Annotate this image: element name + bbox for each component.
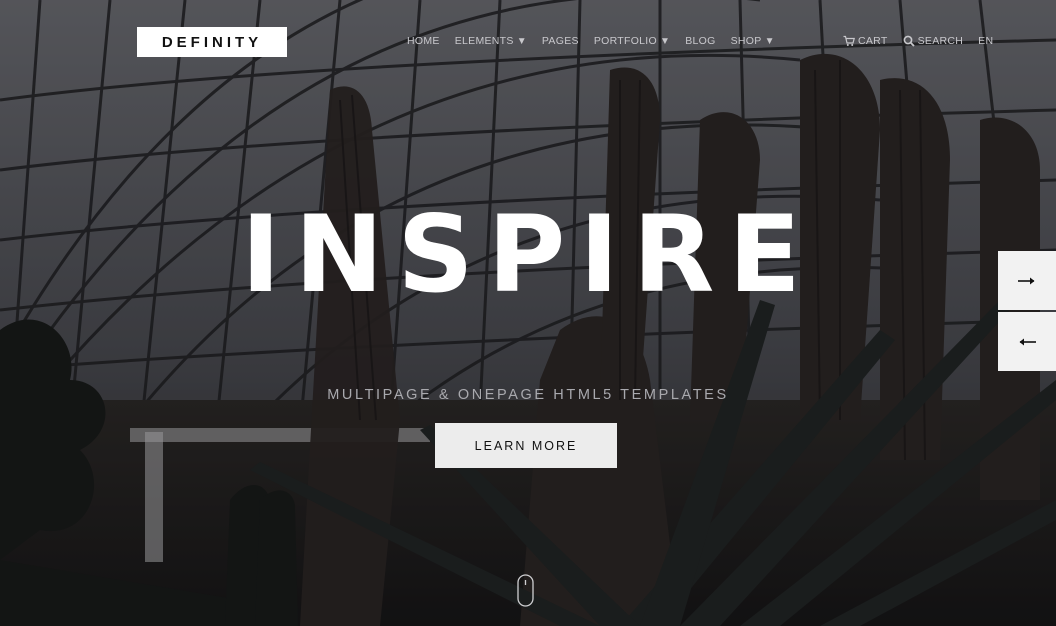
nav-item-label: HOME (407, 35, 440, 47)
slider-prev-button[interactable] (998, 312, 1056, 371)
caret-down-icon: ▼ (764, 35, 775, 47)
nav-item-blog[interactable]: BLOG (685, 35, 715, 47)
main-nav: HOME ELEMENTS ▼ PAGES PORTFOLIO ▼ BLOG S… (407, 35, 790, 47)
nav-item-portfolio[interactable]: PORTFOLIO ▼ (594, 35, 670, 47)
cart-link[interactable]: CART (843, 35, 888, 47)
slider-next-button[interactable] (998, 251, 1056, 310)
header-utilities: CART SEARCH EN (843, 35, 1008, 47)
cart-label: CART (858, 35, 888, 47)
nav-item-home[interactable]: HOME (407, 35, 440, 47)
hero-subheadline: MULTIPAGE & ONEPAGE HTML5 TEMPLATES (327, 387, 729, 403)
arrow-left-icon (1019, 338, 1036, 345)
nav-item-label: PORTFOLIO (593, 35, 657, 47)
nav-item-label: BLOG (685, 35, 716, 47)
nav-item-label: PAGES (541, 35, 579, 47)
nav-item-label: SHOP (730, 35, 762, 47)
learn-more-button[interactable]: LEARN MORE (435, 423, 617, 468)
nav-item-label: ELEMENTS (454, 35, 514, 47)
site-logo[interactable]: DEFINITY (137, 27, 287, 57)
arrow-right-icon (1018, 277, 1035, 284)
cart-icon (843, 35, 855, 46)
learn-more-label: LEARN MORE (474, 438, 578, 453)
language-selector[interactable]: EN (978, 35, 993, 47)
mouse-icon[interactable] (517, 574, 534, 607)
logo-text: DEFINITY (161, 33, 263, 51)
nav-item-elements[interactable]: ELEMENTS ▼ (455, 35, 527, 47)
nav-item-pages[interactable]: PAGES (542, 35, 579, 47)
language-label: EN (978, 35, 994, 47)
search-icon (903, 35, 915, 47)
search-label: SEARCH (917, 35, 964, 47)
hero-headline: INSPIRE (241, 193, 815, 316)
caret-down-icon: ▼ (516, 35, 527, 47)
hero-section: DEFINITY HOME ELEMENTS ▼ PAGES PORTFOLIO… (0, 0, 1056, 626)
search-link[interactable]: SEARCH (903, 35, 964, 47)
caret-down-icon: ▼ (660, 35, 671, 47)
nav-item-shop[interactable]: SHOP ▼ (731, 35, 775, 47)
